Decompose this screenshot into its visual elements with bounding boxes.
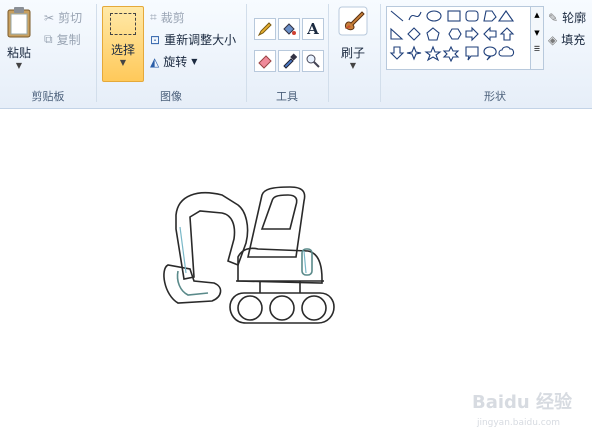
resize-icon: ⊡ <box>150 32 161 47</box>
baidu-watermark: Baidu 经验 <box>471 392 572 413</box>
track-wheel <box>301 295 327 321</box>
text-tool[interactable]: A <box>302 18 324 40</box>
rotate-dropdown-arrow[interactable]: ▼ <box>191 57 197 66</box>
excavator-bucket <box>163 264 222 304</box>
resize-button[interactable]: ⊡ 重新调整大小 <box>150 31 236 48</box>
brushes-dropdown-arrow[interactable]: ▼ <box>334 61 372 70</box>
pencil-icon <box>257 22 272 37</box>
rotate-button[interactable]: ◭ 旋转 ▼ <box>150 53 197 70</box>
ribbon-toolbar: 粘贴 ▼ ✂ 剪切 ⧉ 复制 剪贴板 选择 ▼ ⌗ 裁剪 ⊡ 重新调整大小 ◭ … <box>0 0 592 109</box>
rect-callout-shape-icon <box>465 46 479 61</box>
image-group-label: 图像 <box>160 90 182 103</box>
brushes-button[interactable]: 刷子 ▼ <box>334 6 372 80</box>
fill-bucket-icon: ◈ <box>548 32 558 47</box>
paste-button[interactable]: 粘贴 ▼ <box>4 6 34 76</box>
scroll-up-icon[interactable]: ▲ <box>531 11 543 19</box>
body-window <box>301 248 313 276</box>
drawing-canvas[interactable]: Baidu 经验 jingyan.baidu.com <box>0 109 592 440</box>
fill-label: 填充 <box>561 33 586 47</box>
shapes-gallery-icons <box>389 10 515 63</box>
paste-label: 粘贴 <box>6 46 31 60</box>
cab-glass-line <box>303 250 307 274</box>
cloud-callout-shape-icon <box>498 46 515 57</box>
triangle-shape-icon <box>497 10 515 22</box>
oval-callout-shape-icon <box>483 46 497 61</box>
pencil-tool[interactable] <box>254 18 276 40</box>
copy-button[interactable]: ⧉ 复制 <box>44 31 81 48</box>
arm-inner-line <box>179 226 187 274</box>
copy-icon: ⧉ <box>44 32 53 46</box>
hexagon-shape-icon <box>448 28 462 40</box>
four-point-star-shape-icon <box>406 45 422 61</box>
paste-dropdown-arrow[interactable]: ▼ <box>4 61 34 70</box>
eraser-tool[interactable] <box>254 50 276 72</box>
shapes-scrollbar[interactable]: ▲ ▼ ☰ <box>530 6 544 70</box>
text-icon: A <box>307 20 319 38</box>
color-picker-icon <box>283 53 297 69</box>
color-picker-tool[interactable] <box>278 50 300 72</box>
shapes-group-label: 形状 <box>484 90 506 103</box>
right-arrow-shape-icon <box>465 26 479 42</box>
fill-tool[interactable] <box>278 18 300 40</box>
brushes-label: 刷子 <box>340 46 365 60</box>
cab-window <box>260 194 298 230</box>
magnifier-icon <box>306 54 320 68</box>
select-label: 选择 <box>110 43 135 57</box>
clipboard-group-label: 剪贴板 <box>31 90 65 103</box>
group-divider <box>328 4 329 102</box>
left-arrow-shape-icon <box>483 26 497 42</box>
fill-button[interactable]: ◈ 填充 <box>548 31 585 48</box>
outline-button[interactable]: ✎ 轮廓 <box>548 9 586 26</box>
eraser-icon <box>258 55 272 69</box>
curve-shape-icon <box>408 11 422 21</box>
track-wheel <box>237 295 263 321</box>
oval-shape-icon <box>426 10 442 22</box>
rotate-label: 旋转 <box>163 55 188 69</box>
outline-label: 轮廓 <box>562 11 587 25</box>
rounded-rectangle-shape-icon <box>465 10 479 22</box>
magnifier-tool[interactable] <box>302 50 324 72</box>
excavator-body <box>237 247 323 284</box>
line-shape-icon <box>390 10 404 22</box>
shapes-gallery <box>386 6 531 70</box>
outline-icon: ✎ <box>548 10 559 25</box>
cut-label: 剪切 <box>58 11 83 25</box>
rectangle-shape-icon <box>447 10 461 22</box>
select-dropdown-arrow[interactable]: ▼ <box>103 58 143 67</box>
select-button[interactable]: 选择 ▼ <box>102 6 144 82</box>
baidu-watermark-url: jingyan.baidu.com <box>476 418 560 428</box>
bucket-inner <box>176 270 209 296</box>
crop-button[interactable]: ⌗ 裁剪 <box>150 9 185 26</box>
tools-group-label: 工具 <box>276 90 298 103</box>
six-point-star-shape-icon <box>442 45 460 63</box>
scroll-down-icon[interactable]: ▼ <box>531 29 543 37</box>
rotate-icon: ◭ <box>150 54 160 69</box>
track-wheel <box>269 295 295 321</box>
up-arrow-shape-icon <box>499 27 515 41</box>
selection-rect-icon <box>110 13 136 35</box>
excavator-arm <box>175 192 249 280</box>
scissors-icon: ✂ <box>44 10 55 25</box>
diamond-shape-icon <box>407 27 421 41</box>
crop-icon: ⌗ <box>150 10 157 24</box>
polygon-shape-icon <box>483 10 497 22</box>
gallery-expand-icon[interactable]: ☰ <box>531 45 543 53</box>
pentagon-shape-icon <box>426 27 440 41</box>
right-triangle-shape-icon <box>390 27 404 40</box>
down-arrow-shape-icon <box>389 46 405 60</box>
cut-button[interactable]: ✂ 剪切 <box>44 9 82 26</box>
five-point-star-shape-icon <box>424 45 442 62</box>
clipboard-icon <box>7 7 31 38</box>
fill-icon <box>283 23 296 35</box>
copy-label: 复制 <box>56 33 81 47</box>
crop-label: 裁剪 <box>160 11 185 25</box>
resize-label: 重新调整大小 <box>164 33 237 47</box>
brush-icon <box>338 6 368 36</box>
